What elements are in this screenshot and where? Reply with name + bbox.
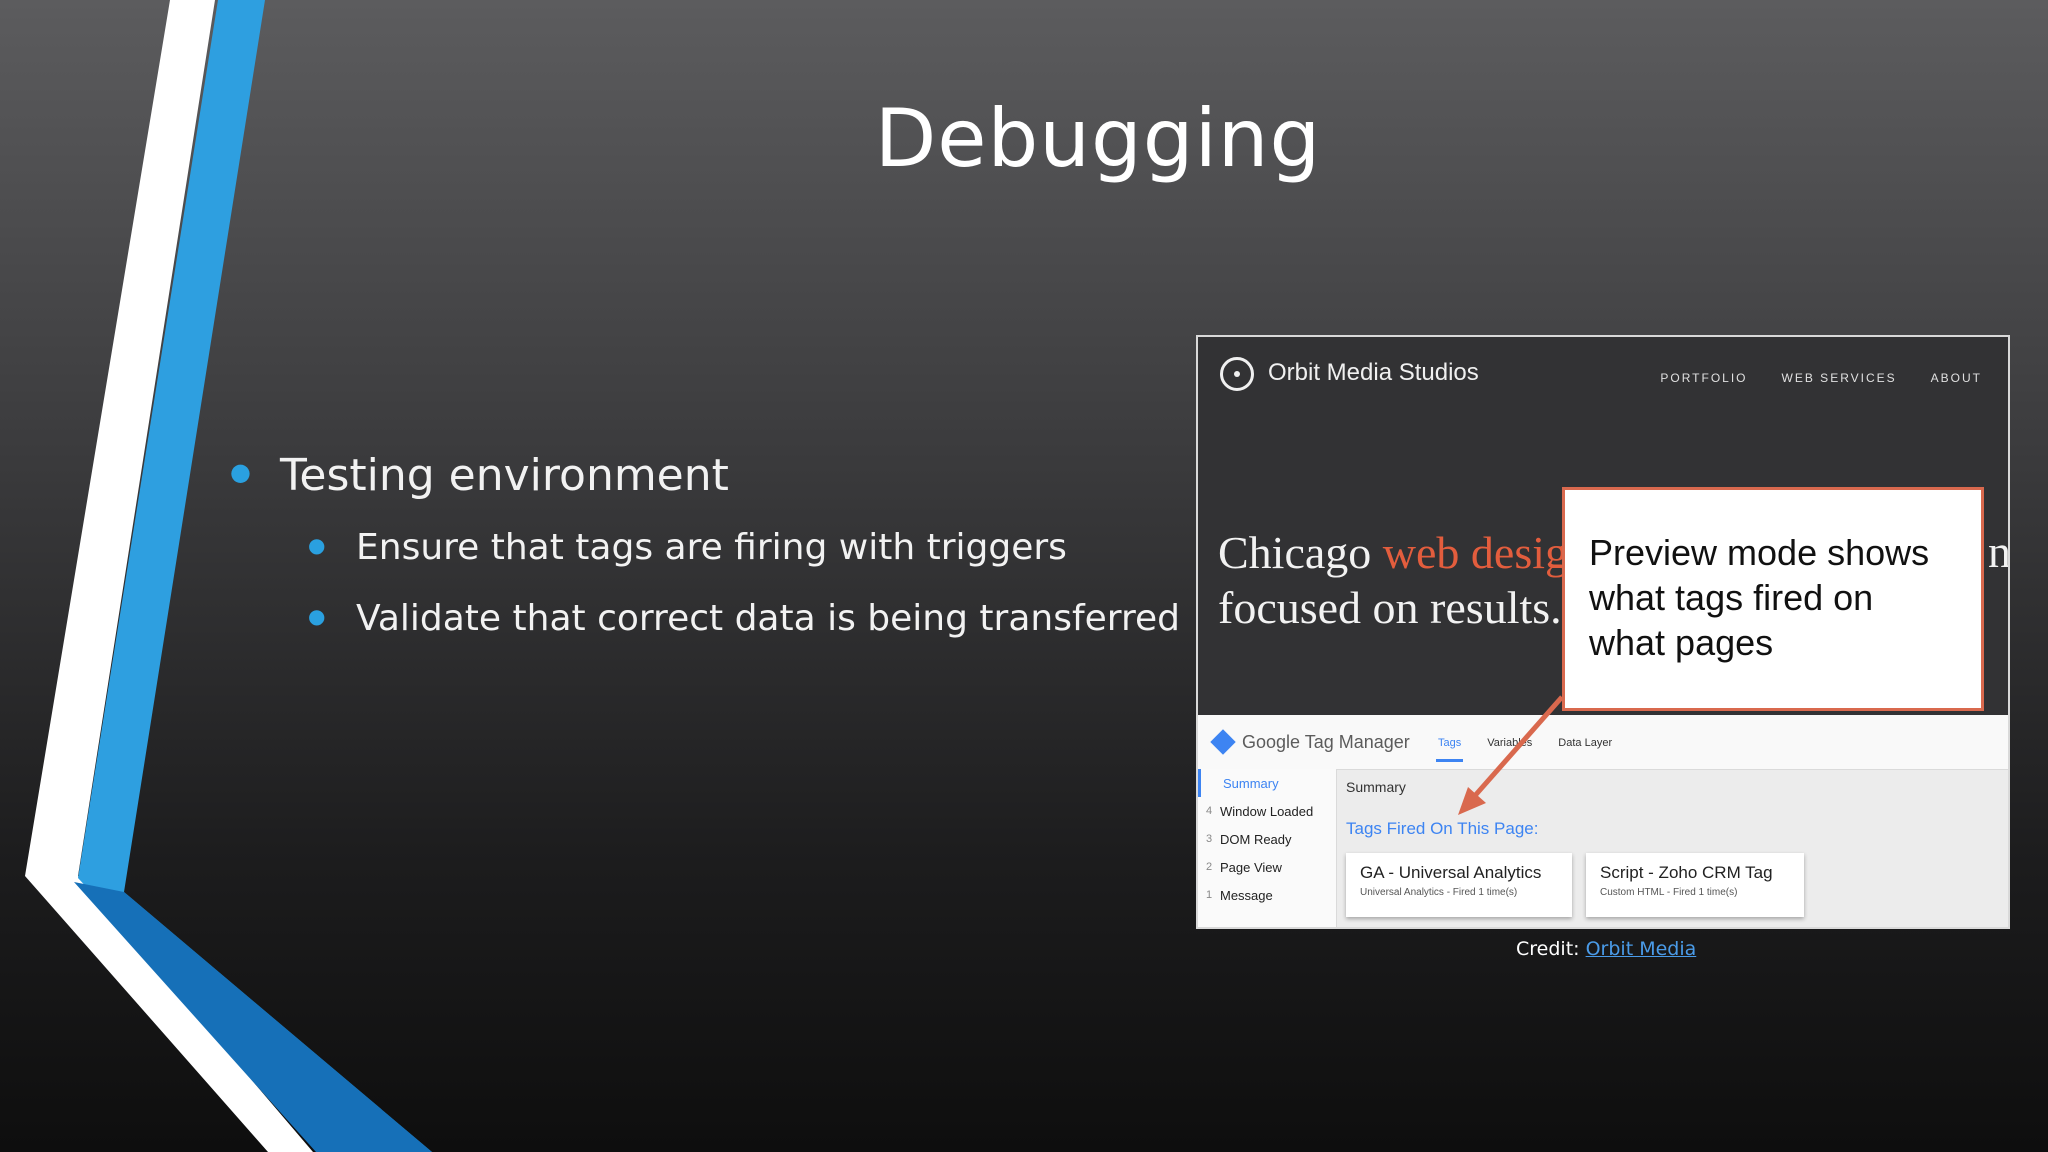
- screenshot-image: Orbit Media Studios PORTFOLIO WEB SERVIC…: [1196, 335, 2010, 929]
- bullet-list: ● Testing environment ● Ensure that tags…: [230, 450, 1180, 669]
- bullet-sub-1: ● Ensure that tags are firing with trigg…: [308, 527, 1067, 568]
- credit-link[interactable]: Orbit Media: [1586, 938, 1697, 960]
- slide-title: Debugging: [874, 92, 1322, 185]
- bullet-sub-2: ● Validate that correct data is being tr…: [308, 598, 1180, 639]
- bullet-dot-icon: ●: [308, 604, 326, 628]
- bullet-dot-icon: ●: [230, 458, 251, 486]
- bullet-main: ● Testing environment: [230, 450, 729, 501]
- callout-box: Preview mode shows what tags fired on wh…: [1562, 487, 1984, 711]
- bullet-dot-icon: ●: [308, 533, 326, 557]
- credit-line: Credit: Orbit Media: [1516, 938, 1697, 960]
